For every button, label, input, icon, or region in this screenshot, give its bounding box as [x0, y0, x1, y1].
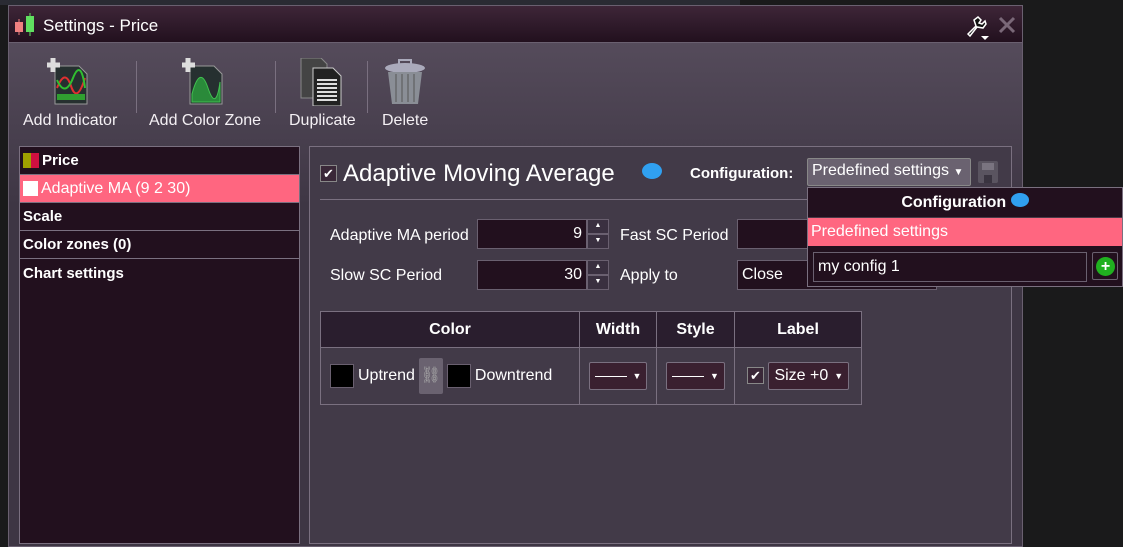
add-color-zone-icon: [182, 58, 228, 106]
style-table: Color Width Style Label Uptrend ⛓ Downtrend…: [320, 311, 862, 405]
toolbar-separator: [136, 61, 137, 113]
tree-item-label: Color zones (0): [23, 236, 132, 253]
add-color-zone-label: Add Color Zone: [149, 112, 262, 129]
duplicate-icon: [299, 57, 345, 107]
close-icon[interactable]: [997, 15, 1017, 35]
title-bar: Settings - Price: [9, 6, 1022, 43]
configuration-popup: Configuration Predefined settings my con…: [807, 187, 1123, 287]
wrench-menu-icon[interactable]: [964, 14, 990, 40]
uptrend-label: Uptrend: [358, 367, 415, 384]
price-color-icon: [23, 153, 31, 168]
style-header: Style: [656, 311, 735, 348]
chevron-down-icon: ▼: [632, 371, 642, 381]
fast-sc-label: Fast SC Period: [620, 227, 729, 244]
candlestick-icon: [15, 13, 34, 36]
plus-icon: +: [1096, 257, 1115, 276]
fast-sc-input[interactable]: [737, 219, 817, 249]
width-header: Width: [579, 311, 657, 348]
link-colors-icon[interactable]: ⛓: [418, 358, 443, 394]
info-bubble-icon[interactable]: [1010, 193, 1029, 207]
width-dropdown[interactable]: ▼: [588, 362, 648, 390]
tree-item-label: Price: [42, 152, 79, 169]
label-size-dropdown[interactable]: Size +0 ▼: [768, 362, 850, 390]
settings-tree: Price Adaptive MA (9 2 30) Scale Color z…: [19, 146, 300, 544]
duplicate-button[interactable]: Duplicate: [289, 57, 356, 130]
downtrend-label: Downtrend: [474, 367, 553, 384]
delete-button[interactable]: Delete: [382, 58, 428, 130]
configuration-label: Configuration:: [690, 165, 794, 182]
slow-sc-input[interactable]: 30: [477, 260, 587, 290]
tree-item-label: Adaptive MA (9 2 30): [41, 180, 191, 197]
line-style-preview: [672, 375, 705, 377]
ama-period-label: Adaptive MA period: [330, 227, 469, 244]
chevron-down-icon: ▼: [834, 371, 844, 381]
apply-to-label: Apply to: [620, 267, 678, 284]
style-dropdown[interactable]: ▼: [666, 362, 725, 390]
color-header: Color: [320, 311, 580, 348]
trash-icon: [382, 58, 428, 106]
popup-header: Configuration: [808, 188, 1122, 218]
info-bubble-icon[interactable]: [642, 163, 662, 179]
label-size-value: Size +0: [774, 367, 829, 384]
popup-title: Configuration: [901, 194, 1007, 211]
slow-sc-label: Slow SC Period: [330, 267, 443, 284]
label-header: Label: [734, 311, 862, 348]
toolbar-separator: [367, 61, 368, 113]
configuration-dropdown[interactable]: Predefined settings ▼: [807, 158, 971, 186]
uptrend-color-swatch[interactable]: [330, 364, 354, 388]
ama-period-spinner[interactable]: ▲ ▼: [587, 219, 609, 249]
tree-item-chart-settings[interactable]: Chart settings: [20, 259, 299, 287]
white-square-icon: [23, 181, 38, 196]
line-width-preview: [594, 375, 627, 377]
downtrend-color-swatch[interactable]: [446, 364, 471, 388]
toolbar-separator: [275, 61, 276, 113]
tree-item-scale[interactable]: Scale: [20, 203, 299, 231]
delete-label: Delete: [382, 112, 429, 129]
add-config-button[interactable]: +: [1092, 252, 1118, 280]
tree-item-label: Scale: [23, 208, 63, 225]
chevron-down-icon: ▼: [710, 371, 719, 381]
save-icon[interactable]: [978, 161, 998, 183]
add-indicator-label: Add Indicator: [23, 112, 118, 129]
config-name-input[interactable]: my config 1: [813, 252, 1087, 282]
chevron-down-icon: ▼: [953, 167, 964, 178]
add-indicator-button[interactable]: Add Indicator: [23, 58, 117, 130]
price-color-icon-2: [31, 153, 39, 168]
configuration-value: Predefined settings: [812, 162, 949, 179]
tree-item-adaptive-ma[interactable]: Adaptive MA (9 2 30): [20, 175, 299, 203]
tree-item-color-zones[interactable]: Color zones (0): [20, 231, 299, 259]
indicator-enabled-checkbox[interactable]: ✔: [320, 165, 337, 182]
window-title: Settings - Price: [43, 16, 159, 35]
tree-item-label: Chart settings: [23, 264, 124, 282]
duplicate-label: Duplicate: [289, 112, 356, 129]
indicator-title: Adaptive Moving Average: [343, 160, 615, 187]
ama-period-input[interactable]: 9: [477, 219, 587, 249]
popup-option-predefined[interactable]: Predefined settings: [808, 218, 1122, 246]
add-indicator-icon: [47, 58, 93, 106]
slow-sc-spinner[interactable]: ▲ ▼: [587, 260, 609, 290]
tree-item-price[interactable]: Price: [20, 147, 299, 175]
add-color-zone-button[interactable]: Add Color Zone: [149, 58, 261, 130]
label-checkbox[interactable]: ✔: [747, 367, 764, 385]
